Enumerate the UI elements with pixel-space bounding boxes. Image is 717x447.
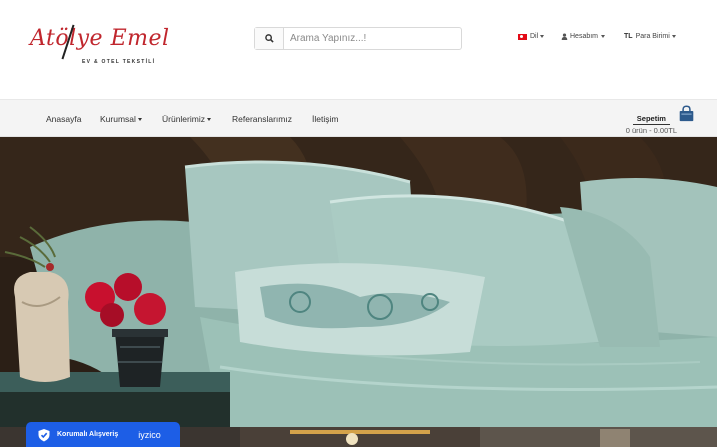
nav-item-label: Anasayfa [46,114,82,124]
currency-code: TL [624,33,633,40]
nav-item-iletisim[interactable]: İletişim [312,114,338,124]
chevron-down-icon [206,117,211,121]
language-label: Dil [530,33,539,40]
chevron-down-icon [671,35,676,38]
iyzico-logo: iyzico [138,429,161,440]
currency-dropdown[interactable]: TL Para Birimi [624,33,676,40]
nav-item-label: İletişim [312,114,339,124]
language-dropdown[interactable]: Dil [518,33,545,40]
chevron-down-icon [137,117,142,121]
search-input[interactable] [284,28,461,49]
chevron-down-icon [601,35,606,38]
nav-item-label: Ürünlerimiz [162,114,205,124]
currency-label: Para Birimi [635,33,670,40]
shield-check-icon [38,428,50,441]
hero-image [0,137,717,427]
chevron-down-icon [540,35,545,38]
account-dropdown[interactable]: Hesabım [561,33,606,40]
main-nav: Anasayfa Kurumsal Ürünlerimiz Referansla… [0,99,717,137]
nav-item-label: Referanslarımız [232,114,292,124]
shopping-bag-icon[interactable] [678,105,695,122]
user-icon [561,33,568,40]
search-icon [264,34,274,43]
nav-item-urunlerimiz[interactable]: Ürünlerimiz [162,114,211,124]
cart-title: Sepetim [632,114,670,125]
secure-shopping-badge[interactable]: Korumalı Alışveriş iyzico [26,422,180,447]
cart-info: 0 ürün - 0.00TL [625,126,677,135]
search-button[interactable] [255,28,284,49]
nav-item-referanslarimiz[interactable]: Referanslarımız [232,114,292,124]
cart-summary[interactable]: Sepetim 0 ürün - 0.00TL [626,108,677,136]
logo-tagline: EV & OTEL TEKSTİLİ [82,59,156,65]
logo-wordmark: Atölye Emel [30,26,170,51]
brand-logo[interactable]: Atölye Emel EV & OTEL TEKSTİLİ [30,24,169,72]
nav-item-anasayfa[interactable]: Anasayfa [46,114,81,124]
account-label: Hesabım [570,33,599,40]
hero-banner[interactable] [0,137,717,427]
page: Atölye Emel EV & OTEL TEKSTİLİ Dil [0,0,717,447]
secure-shopping-label: Korumalı Alışveriş [57,431,119,438]
header: Atölye Emel EV & OTEL TEKSTİLİ Dil [0,0,717,99]
nav-item-kurumsal[interactable]: Kurumsal [100,114,142,124]
search-bar [254,27,462,50]
nav-item-label: Kurumsal [100,114,136,124]
turkish-flag-icon [518,33,527,40]
